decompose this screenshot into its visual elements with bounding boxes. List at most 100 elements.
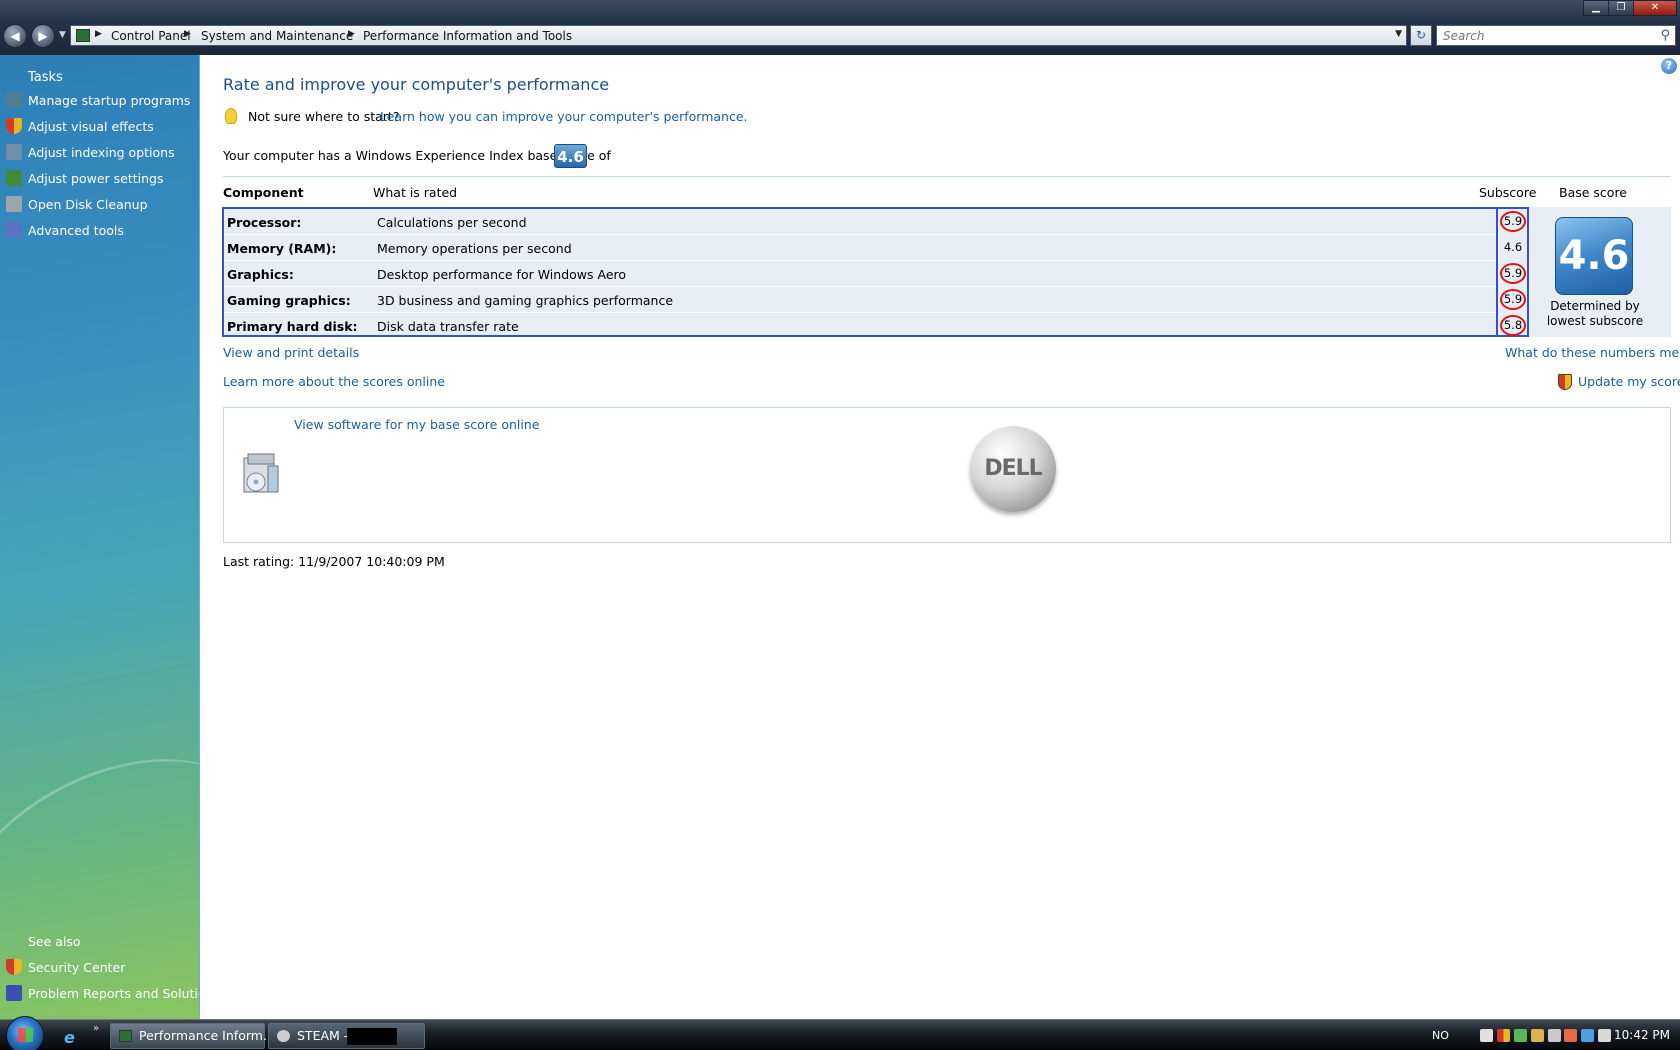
close-button[interactable]: ✕ xyxy=(1633,0,1677,16)
view-software-link[interactable]: View software for my base score online xyxy=(294,417,539,432)
see-also-label: Problem Reports and Solutions xyxy=(28,986,199,1001)
control-panel-icon xyxy=(119,1030,132,1042)
subscore-hard-disk: 5.8 xyxy=(1500,315,1526,336)
improve-performance-link[interactable]: Learn how you can improve your computer'… xyxy=(380,109,748,124)
subscore-memory: 4.6 xyxy=(1503,240,1523,254)
search-input[interactable] xyxy=(1437,26,1647,45)
quick-launch-more-icon[interactable]: » xyxy=(93,1023,99,1034)
title-bar: ▁ ❐ ✕ ◀ ▶ ▼ ▶ Control Panel ▶ System and… xyxy=(0,0,1680,55)
tray-icon[interactable] xyxy=(1564,1029,1577,1042)
component-name: Primary hard disk: xyxy=(227,319,358,334)
task-label: Open Disk Cleanup xyxy=(28,197,148,212)
minimize-button[interactable]: ▁ xyxy=(1583,0,1609,16)
tray-icon[interactable] xyxy=(1548,1029,1561,1042)
tip-text: Not sure where to start? xyxy=(248,109,400,124)
task-power-settings[interactable]: Adjust power settings xyxy=(6,170,164,190)
task-disk-cleanup[interactable]: Open Disk Cleanup xyxy=(6,196,148,216)
rated-description: Calculations per second xyxy=(377,215,527,230)
address-bar[interactable]: ▶ Control Panel ▶ System and Maintenance… xyxy=(70,25,1407,46)
rated-description: Memory operations per second xyxy=(377,241,572,256)
task-label: Adjust power settings xyxy=(28,171,164,186)
column-header-base-score: Base score xyxy=(1559,185,1627,200)
volume-tray-icon[interactable] xyxy=(1598,1029,1611,1042)
task-label: Adjust visual effects xyxy=(28,119,154,134)
page-title: Rate and improve your computer's perform… xyxy=(223,75,610,94)
breadcrumb-performance-info[interactable]: Performance Information and Tools xyxy=(363,29,572,43)
score-table: Processor: Calculations per second Memor… xyxy=(222,207,1500,337)
tools-icon xyxy=(6,222,22,238)
tray-icon[interactable] xyxy=(1531,1029,1544,1042)
view-print-details-link[interactable]: View and print details xyxy=(223,345,359,360)
subscore-column: 5.9 4.6 5.9 5.9 5.8 xyxy=(1496,207,1529,337)
base-score-panel: 4.6 Determined by lowest subscore xyxy=(1529,207,1671,337)
taskbar: e » Performance Inform... STEAM - NO 10:… xyxy=(0,1016,1680,1050)
rated-description: Desktop performance for Windows Aero xyxy=(377,267,627,282)
task-label: Adjust indexing options xyxy=(28,145,175,160)
base-score-large-badge: 4.6 xyxy=(1555,217,1633,295)
rated-description: Disk data transfer rate xyxy=(377,319,519,334)
task-label: Manage startup programs xyxy=(28,93,191,108)
breadcrumb-arrow-icon[interactable]: ▶ xyxy=(348,29,355,39)
power-icon xyxy=(6,170,22,186)
problem-reports-icon xyxy=(6,985,22,1001)
numbers-meaning-link[interactable]: What do these numbers mean? xyxy=(1505,345,1680,360)
taskbar-steam-window[interactable]: STEAM - xyxy=(268,1023,425,1049)
component-name: Processor: xyxy=(227,215,302,230)
table-row: Primary hard disk: Disk data transfer ra… xyxy=(224,313,1498,339)
messenger-tray-icon[interactable] xyxy=(1514,1029,1527,1042)
dell-logo: DELL xyxy=(970,426,1056,512)
language-indicator[interactable]: NO xyxy=(1432,1029,1449,1042)
redacted-block xyxy=(347,1028,397,1045)
subscore-gaming-graphics: 5.9 xyxy=(1500,289,1526,310)
task-advanced-tools[interactable]: Advanced tools xyxy=(6,222,124,242)
task-manage-startup[interactable]: Manage startup programs xyxy=(6,92,190,112)
subscore-processor: 5.9 xyxy=(1500,211,1526,232)
refresh-button[interactable]: ↻ xyxy=(1410,25,1432,46)
startup-icon xyxy=(6,92,22,108)
lightbulb-icon xyxy=(225,108,237,124)
software-panel: View software for my base score online D… xyxy=(223,407,1671,543)
component-name: Memory (RAM): xyxy=(227,241,337,256)
recent-pages-dropdown[interactable]: ▼ xyxy=(59,30,66,40)
back-button[interactable]: ◀ xyxy=(3,24,27,48)
network-tray-icon[interactable] xyxy=(1581,1029,1594,1042)
help-icon[interactable]: ? xyxy=(1661,58,1677,74)
see-also-problem-reports[interactable]: Problem Reports and Solutions xyxy=(6,985,199,1005)
taskbar-label: Performance Inform... xyxy=(139,1028,275,1043)
table-row: Gaming graphics: 3D business and gaming … xyxy=(224,287,1498,313)
task-visual-effects[interactable]: Adjust visual effects xyxy=(6,118,154,138)
breadcrumb-arrow-icon[interactable]: ▶ xyxy=(95,29,102,39)
caption-line: lowest subscore xyxy=(1546,314,1644,328)
subscore-graphics: 5.9 xyxy=(1500,263,1526,284)
search-icon[interactable]: ⚲ xyxy=(1660,28,1670,43)
search-box[interactable]: ⚲ xyxy=(1436,25,1676,46)
breadcrumb-control-panel[interactable]: Control Panel xyxy=(111,29,191,43)
forward-button[interactable]: ▶ xyxy=(31,24,55,48)
internet-explorer-icon[interactable]: e xyxy=(64,1028,75,1047)
update-score-link[interactable]: Update my score xyxy=(1578,374,1680,389)
table-row: Processor: Calculations per second xyxy=(224,209,1498,235)
see-also-security-center[interactable]: Security Center xyxy=(6,959,125,979)
task-label: Advanced tools xyxy=(28,223,124,238)
task-indexing-options[interactable]: Adjust indexing options xyxy=(6,144,175,164)
taskbar-performance-window[interactable]: Performance Inform... xyxy=(110,1023,275,1049)
indexing-icon xyxy=(6,144,22,160)
software-box-icon xyxy=(243,453,279,493)
disk-cleanup-icon xyxy=(6,196,22,212)
component-name: Gaming graphics: xyxy=(227,293,351,308)
component-name: Graphics: xyxy=(227,267,294,282)
tasks-heading: Tasks xyxy=(28,70,63,85)
learn-more-link[interactable]: Learn more about the scores online xyxy=(223,374,445,389)
clock[interactable]: 10:42 PM xyxy=(1614,1028,1670,1042)
base-score-statement: Your computer has a Windows Experience I… xyxy=(223,148,611,163)
maximize-button[interactable]: ❐ xyxy=(1608,0,1634,16)
breadcrumb-system-maintenance[interactable]: System and Maintenance xyxy=(201,29,353,43)
tray-icon[interactable] xyxy=(1480,1029,1493,1042)
column-header-component: Component xyxy=(223,185,304,200)
breadcrumb-arrow-icon[interactable]: ▶ xyxy=(184,29,191,39)
start-button[interactable] xyxy=(6,1016,44,1050)
address-dropdown-icon[interactable]: ▼ xyxy=(1395,29,1402,39)
security-tray-icon[interactable] xyxy=(1497,1029,1510,1042)
shield-icon xyxy=(6,118,22,134)
column-header-subscore: Subscore xyxy=(1479,185,1537,200)
